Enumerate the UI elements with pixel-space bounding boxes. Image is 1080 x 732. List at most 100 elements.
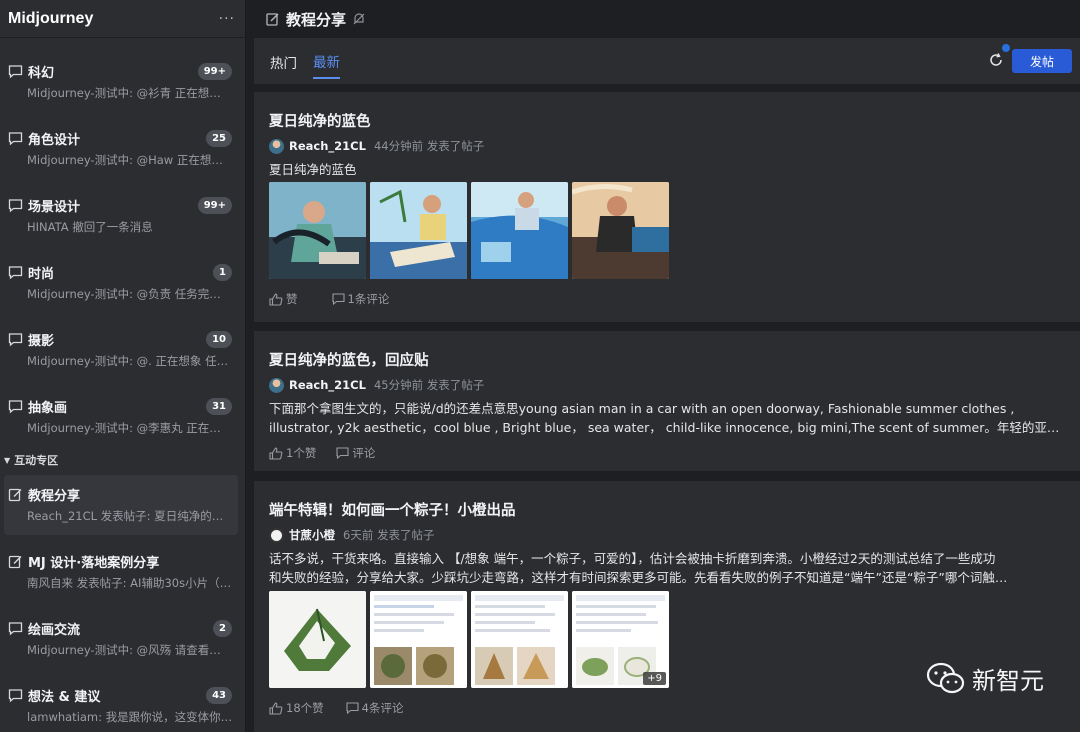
like-button[interactable]: 18个赞 [269,700,324,716]
sidebar-item-preview: Midjourney-测试中: @Haw 正在想… [27,153,223,167]
new-post-button[interactable]: 发帖 [1012,49,1072,73]
post-title[interactable]: 夏日纯净的蓝色，回应贴 [269,349,1080,369]
sidebar-item-preview: Midjourney-测试中: @李惠丸 正在… [27,421,221,435]
thumbs-up-icon [269,292,283,306]
post-image[interactable] [269,182,366,279]
sidebar-item-label: 时尚 [28,266,55,282]
sidebar-item[interactable]: 抽象画 31 Midjourney-测试中: @李惠丸 正在… [4,387,238,447]
sidebar-item-row: 抽象画 31 [8,397,238,416]
comment-icon [331,293,345,305]
post-body-line: 和失败的经验，分享给大家。少踩坑少走弯路，这样才有时间探索更多可能。先看看失败的… [269,570,1008,585]
wechat-logo-icon [926,662,965,693]
like-button[interactable]: 1个赞 [269,445,316,461]
post-body-line: 下面那个拿图生文的，只能说/d的还差点意思young asian man in … [269,401,1015,416]
tab-latest[interactable]: 最新 [313,43,340,79]
post-time: 45分钟前 发表了帖子 [373,378,485,392]
sidebar-item-row: 教程分享 [8,485,238,504]
post-author[interactable]: 甘蔗小橙 [289,527,335,543]
chat-bubble-icon [8,198,23,213]
unread-badge: 10 [206,330,232,348]
post-title[interactable]: 端午特辑！如何画一个粽子！小橙出品 [269,499,1080,519]
post-body-line: illustrator, y2k aesthetic，cool blue , B… [269,420,1060,435]
post-author[interactable]: Reach_21CL [289,378,366,392]
more-options-icon[interactable]: ··· [219,11,235,27]
avatar[interactable] [269,527,284,543]
comment-button[interactable]: 4条评论 [346,700,404,716]
avatar[interactable] [269,377,284,393]
more-images-count[interactable]: +9 [643,672,666,685]
comment-icon [346,702,359,714]
post-image[interactable] [471,182,568,279]
channel-topbar: 教程分享 [246,0,1080,38]
sidebar-item-label: 角色设计 [28,132,81,148]
section-label: 互动专区 [14,454,59,467]
comment-count: 评论 [352,446,376,460]
chat-bubble-icon [8,265,23,280]
sidebar-item-label: 场景设计 [28,199,81,215]
sidebar-item[interactable]: 时尚 1 Midjourney-测试中: @负责 任务完… [4,253,238,313]
post-meta: Reach_21CL 45分钟前 发表了帖子 [269,377,1080,393]
sidebar-item[interactable]: 教程分享 Reach_21CL 发表帖子: 夏日纯净的… [4,475,238,535]
comment-icon [336,447,349,459]
sidebar-item-label: 摄影 [28,333,55,349]
sidebar-item-row: 时尚 1 [8,263,238,282]
tab-hot[interactable]: 热门 [270,44,297,78]
sidebar-item-preview: HINATA 撤回了一条消息 [27,220,153,234]
post-image[interactable] [269,591,366,688]
sidebar-item-label: 科幻 [28,65,55,81]
sidebar-item[interactable]: 科幻 99+ Midjourney-测试中: @衫青 正在想… [4,52,238,112]
bell-muted-icon[interactable] [352,12,366,26]
chat-bubble-icon [8,688,23,703]
unread-badge: 25 [206,129,232,147]
refresh-icon[interactable] [988,52,1004,68]
sidebar-item-label: 抽象画 [28,400,68,416]
comment-count: 4条评论 [361,701,404,715]
sidebar-item-row: MJ 设计·落地案例分享 [8,552,238,571]
like-button[interactable]: 赞 [269,291,298,307]
watermark-text: 新智元 [972,667,1044,695]
chat-bubble-icon [8,332,23,347]
post-meta: 甘蔗小橙 6天前 发表了帖子 [269,527,1080,543]
notification-dot [1002,44,1010,52]
collapse-triangle-icon: ▼ [4,455,11,465]
like-count: 18个赞 [286,701,324,715]
thumbs-up-icon [269,446,283,460]
post-image[interactable]: +9 [572,591,669,688]
sidebar-item[interactable]: 场景设计 99+ HINATA 撤回了一条消息 [4,186,238,246]
sidebar-item-row: 场景设计 99+ [8,196,238,215]
post-title[interactable]: 夏日纯净的蓝色 [269,110,1080,130]
post-images [269,182,1080,279]
sidebar-item[interactable]: 绘画交流 2 Midjourney-测试中: @风殇 请查看… [4,609,238,669]
post-image[interactable] [370,182,467,279]
unread-badge: 43 [206,686,232,704]
sidebar-item-row: 想法 & 建议 43 [8,686,238,705]
sidebar-item-row: 科幻 99+ [8,62,238,81]
avatar[interactable] [269,138,284,154]
forum-post-icon [8,487,23,502]
sidebar-item[interactable]: 想法 & 建议 43 lamwhatiam: 我是跟你说，这变体你… [4,676,238,732]
post-time: 44分钟前 发表了帖子 [373,139,485,153]
post-image[interactable] [572,182,669,279]
post-image[interactable] [370,591,467,688]
sidebar-item-label: MJ 设计·落地案例分享 [28,555,160,571]
comment-button[interactable]: 评论 [336,445,375,461]
sidebar-item[interactable]: 角色设计 25 Midjourney-测试中: @Haw 正在想… [4,119,238,179]
sidebar-item-preview: 南风自来 发表帖子: AI辅助30s小片（… [27,576,232,590]
chat-bubble-icon [8,621,23,636]
sidebar-item-label: 绘画交流 [28,622,81,638]
sidebar-item-label: 教程分享 [28,488,81,504]
chat-bubble-icon [8,64,23,79]
post-card[interactable]: 夏日纯净的蓝色 Reach_21CL 44分钟前 发表了帖子 夏日纯净的蓝色 赞… [254,92,1080,322]
section-header[interactable]: ▼ 互动专区 [4,452,58,468]
watermark: 新智元 [926,661,1044,696]
post-author[interactable]: Reach_21CL [289,139,366,153]
sidebar-item-row: 角色设计 25 [8,129,238,148]
server-header[interactable]: Midjourney ··· [0,0,245,38]
post-image[interactable] [471,591,568,688]
sidebar-item-preview: Midjourney-测试中: @风殇 请查看… [27,643,221,657]
comment-button[interactable]: 1条评论 [331,291,389,307]
post-card[interactable]: 夏日纯净的蓝色，回应贴 Reach_21CL 45分钟前 发表了帖子 下面那个拿… [254,331,1080,471]
unread-badge: 99+ [197,196,232,214]
sidebar-item[interactable]: MJ 设计·落地案例分享南风自来 发表帖子: AI辅助30s小片（… [4,542,238,602]
sidebar-item[interactable]: 摄影 10 Midjourney-测试中: @. 正在想象 任… [4,320,238,380]
